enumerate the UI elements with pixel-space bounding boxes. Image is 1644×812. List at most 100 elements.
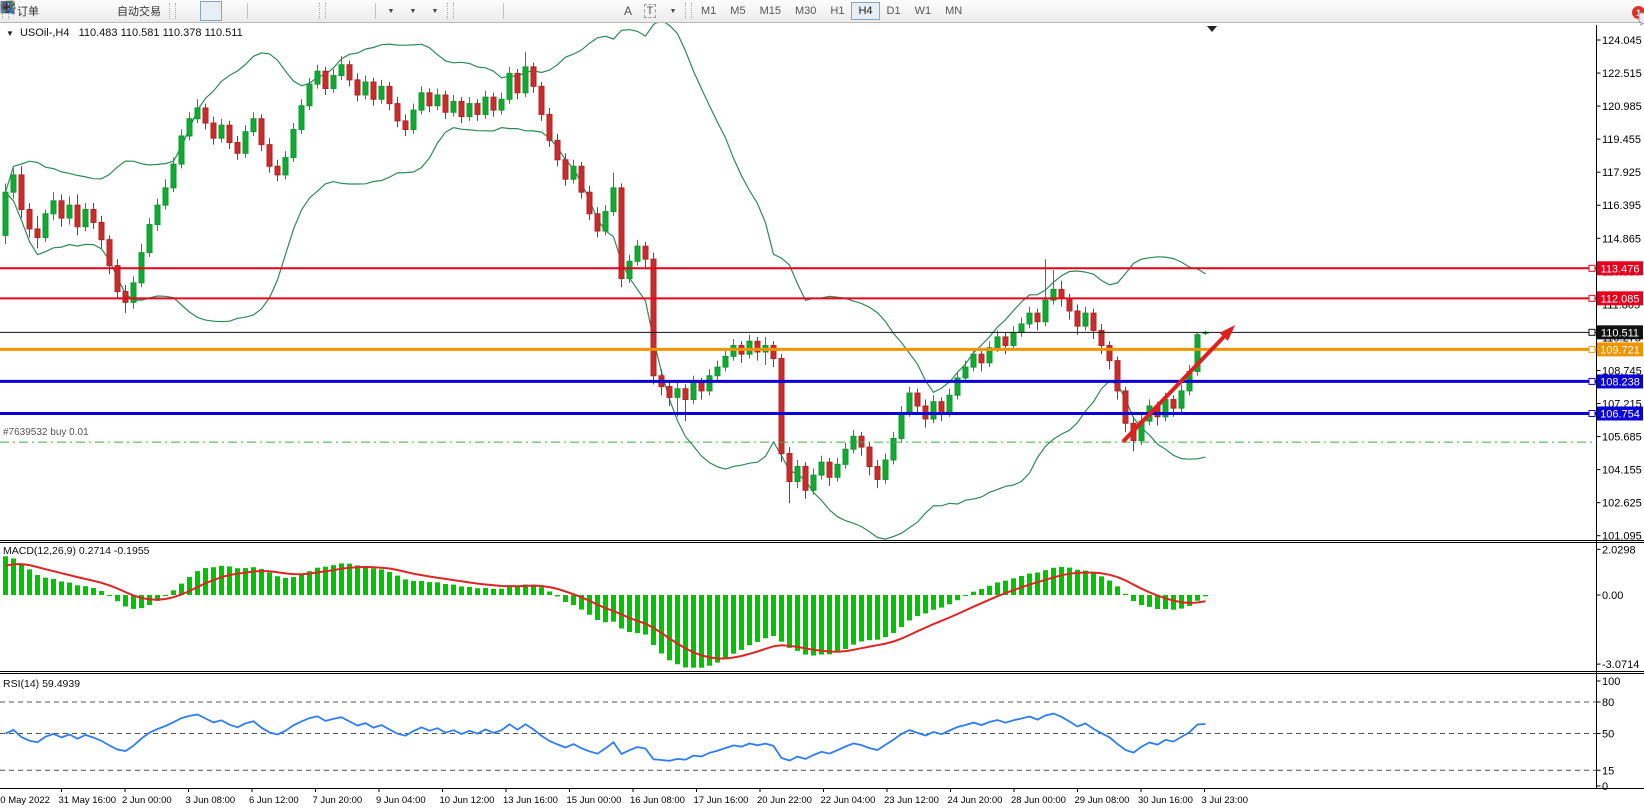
price-axis-ticks[interactable]: 124.045122.515120.985119.455117.925116.3… xyxy=(1597,35,1642,543)
price-line-106.754[interactable]: 106.754 xyxy=(0,406,1643,420)
timeframe-button-h4[interactable]: H4 xyxy=(851,2,879,20)
macd-bar xyxy=(675,595,680,664)
macd-bar xyxy=(851,595,856,645)
timeframe-button-h1[interactable]: H1 xyxy=(823,2,851,20)
candle-body xyxy=(203,108,208,123)
horizontal-line-tool-button[interactable] xyxy=(529,1,551,21)
arrows-tool-button[interactable]: ▼ xyxy=(661,1,683,21)
macd-bar xyxy=(923,595,928,613)
candle-body xyxy=(651,259,656,376)
candle-body xyxy=(715,367,720,376)
text-tool-button[interactable]: A xyxy=(617,1,639,21)
timeframe-button-m30[interactable]: M30 xyxy=(788,2,823,20)
timeframe-button-mn[interactable]: MN xyxy=(938,2,969,20)
timeframe-button-m1[interactable]: M1 xyxy=(694,2,723,20)
candle-body xyxy=(787,454,792,482)
price-line-110.511[interactable]: 110.511 xyxy=(0,325,1643,339)
candle-body xyxy=(811,475,816,490)
time-tick-label: 30 Jun 16:00 xyxy=(1138,795,1193,806)
line-end-marker xyxy=(1589,378,1595,384)
macd-bar xyxy=(971,592,976,595)
zoom-out-button[interactable] xyxy=(273,1,295,21)
macd-bar xyxy=(611,595,616,622)
trendline-tool-button[interactable] xyxy=(551,1,573,21)
candle-body xyxy=(307,84,312,106)
timeframe-button-m15[interactable]: M15 xyxy=(753,2,788,20)
price-line-113.476[interactable]: 113.476 xyxy=(0,261,1643,275)
candle-body xyxy=(155,205,160,224)
candlestick-chart-type-button[interactable] xyxy=(200,1,222,21)
macd-bar xyxy=(27,569,32,595)
bar-chart-type-button[interactable] xyxy=(178,1,200,21)
macd-bar xyxy=(547,591,552,595)
text-label-tool-button[interactable]: T xyxy=(639,1,661,21)
candle-body xyxy=(699,382,704,391)
macd-bar xyxy=(3,556,8,595)
timeframe-button-w1[interactable]: W1 xyxy=(908,2,939,20)
candle-body xyxy=(731,346,736,357)
zoom-in-button[interactable] xyxy=(251,1,273,21)
time-tick-label: 20 Jun 22:00 xyxy=(757,795,812,806)
macd-axis-ticks[interactable]: 2.02980.00-3.0714 xyxy=(1597,544,1640,671)
toolbar-grip[interactable] xyxy=(319,3,326,19)
tile-windows-button[interactable] xyxy=(295,1,317,21)
macd-bar xyxy=(619,595,624,628)
macd-bar xyxy=(267,572,272,595)
macd-bar xyxy=(731,595,736,654)
chart-shift-marker[interactable] xyxy=(1207,26,1217,32)
cursor-tool-button[interactable] xyxy=(456,1,478,21)
chart-shift-button[interactable] xyxy=(350,1,372,21)
search-icon[interactable] xyxy=(0,0,16,16)
candlesticks[interactable] xyxy=(3,52,1208,503)
macd-bar xyxy=(1011,578,1016,595)
signal-button[interactable] xyxy=(89,1,111,21)
fibonacci-tool-button[interactable]: F xyxy=(595,1,617,21)
price-tick-label: 114.865 xyxy=(1602,233,1641,245)
toolbar-grip[interactable] xyxy=(447,3,454,19)
candle-body xyxy=(1011,333,1016,346)
price-line-112.085[interactable]: 112.085 xyxy=(0,291,1643,305)
candle-body xyxy=(259,119,264,145)
timeframe-button-m5[interactable]: M5 xyxy=(723,2,752,20)
candle-body xyxy=(947,395,952,412)
periodicity-button[interactable]: ▼ xyxy=(401,1,423,21)
line-end-marker xyxy=(1589,346,1595,352)
macd-bar xyxy=(59,581,64,595)
auto-scroll-button[interactable] xyxy=(328,1,350,21)
rsi-axis-ticks[interactable]: 1008050150 xyxy=(1597,676,1621,793)
price-line-108.238[interactable]: 108.238 xyxy=(0,374,1643,388)
candle-body xyxy=(427,93,432,106)
macd-bar xyxy=(411,581,416,595)
crosshair-tool-button[interactable] xyxy=(478,1,500,21)
timeframe-button-d1[interactable]: D1 xyxy=(880,2,908,20)
macd-bar xyxy=(403,579,408,595)
macd-bar xyxy=(875,595,880,640)
channel-tool-button[interactable]: E xyxy=(573,1,595,21)
candle-body xyxy=(43,214,48,238)
candle-body xyxy=(11,175,16,192)
candle-body xyxy=(363,82,368,95)
vertical-line-tool-button[interactable] xyxy=(507,1,529,21)
line-chart-type-button[interactable] xyxy=(222,1,244,21)
community-button[interactable] xyxy=(67,1,89,21)
text-label-icon: T xyxy=(644,4,657,18)
macd-bar xyxy=(827,595,832,654)
macd-bar xyxy=(907,595,912,620)
trend-arrow[interactable] xyxy=(1123,325,1235,442)
candle-body xyxy=(411,110,416,129)
autotrade-button[interactable]: 自动交易 xyxy=(111,1,167,21)
candle-body xyxy=(211,123,216,138)
toolbar-grip[interactable] xyxy=(685,3,692,19)
gold-bar-button[interactable] xyxy=(45,1,67,21)
new-chart-button[interactable]: ▼ xyxy=(379,1,401,21)
price-line-109.721[interactable]: 109.721 xyxy=(0,342,1643,356)
chart-canvas[interactable]: 124.045122.515120.985119.455117.925116.3… xyxy=(0,0,1644,812)
templates-button[interactable]: ▼ xyxy=(423,1,445,21)
symbol-collapse-arrow-icon[interactable]: ▼ xyxy=(6,29,14,38)
candle-body xyxy=(459,101,464,116)
time-axis[interactable]: 30 May 202231 May 16:002 Jun 00:003 Jun … xyxy=(0,788,1248,806)
toolbar-grip[interactable] xyxy=(169,3,176,19)
orders-button[interactable]: 订单 xyxy=(11,1,45,21)
candle-body xyxy=(747,341,752,354)
macd-bar xyxy=(955,595,960,600)
